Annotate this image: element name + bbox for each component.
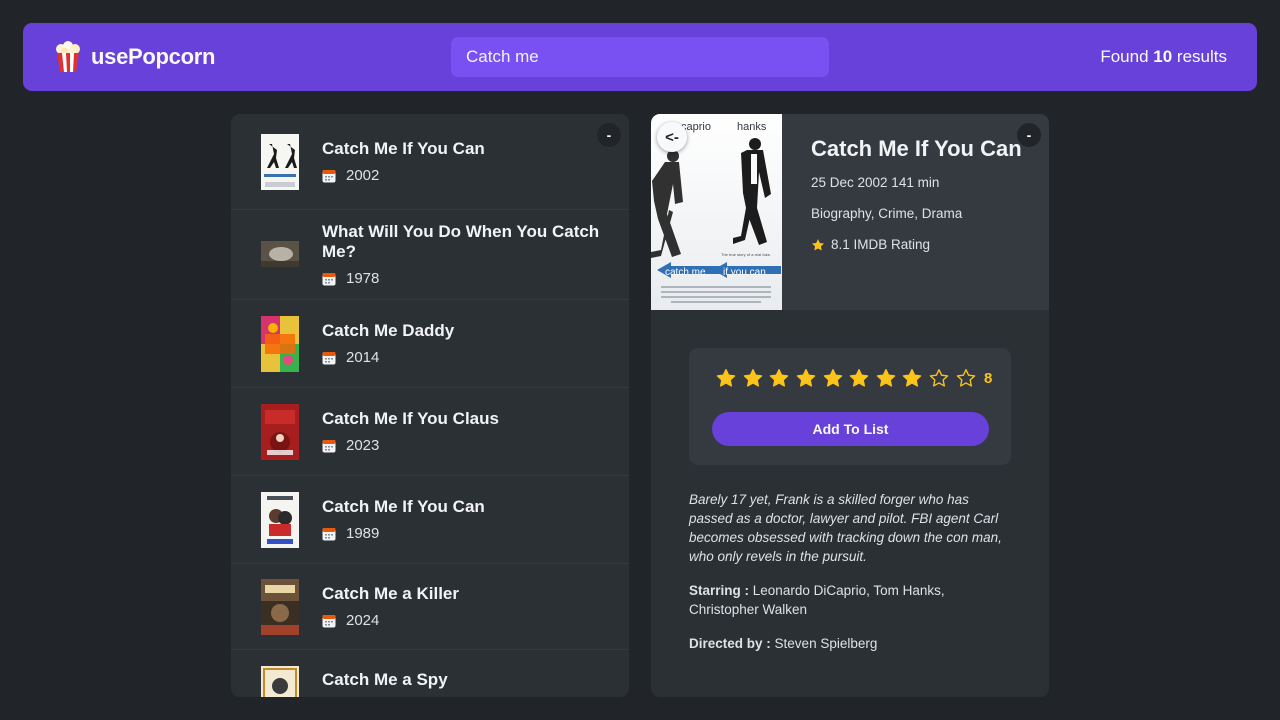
calendar-icon: [322, 272, 336, 285]
logo: usePopcorn: [55, 41, 215, 73]
results-count: Found 10 results: [1100, 47, 1227, 67]
movie-year: 1989: [346, 525, 380, 542]
movie-item[interactable]: Catch Me a Spy: [231, 650, 629, 697]
star-filled-icon[interactable]: [819, 368, 846, 388]
search-input[interactable]: [451, 37, 829, 77]
movie-title: Catch Me If You Can: [322, 497, 485, 516]
results-prefix: Found: [1100, 47, 1149, 66]
poster-thumbnail: [261, 315, 299, 372]
movie-year: 1978: [346, 270, 380, 287]
collapse-details-button[interactable]: -: [1017, 123, 1041, 147]
star-filled-icon[interactable]: [793, 368, 820, 388]
movie-item[interactable]: Catch Me If You Can 1989: [231, 476, 629, 564]
calendar-icon: [322, 351, 336, 364]
details-panel: - <- caprio hanks The true story of a re…: [651, 114, 1049, 697]
star-empty-icon[interactable]: [926, 368, 953, 388]
poster-thumbnail: [261, 491, 299, 548]
starring: Starring : Leonardo DiCaprio, Tom Hanks,…: [689, 581, 1013, 619]
rating-box: 8 Add To List: [689, 348, 1011, 465]
user-rating-value: 8: [983, 369, 993, 387]
collapse-results-button[interactable]: -: [597, 123, 621, 147]
calendar-icon: [322, 439, 336, 452]
details-text: Barely 17 yet, Frank is a skilled forger…: [689, 490, 1013, 668]
results-number: 10: [1153, 47, 1173, 66]
poster-thumbnail: [261, 666, 299, 697]
movie-item[interactable]: Catch Me If You Claus 2023: [231, 388, 629, 476]
movie-title: Catch Me If You Can: [322, 139, 485, 158]
movie-title: Catch Me If You Can: [811, 136, 1022, 161]
poster-tagline-left: catch me: [665, 267, 706, 278]
back-button[interactable]: <-: [657, 122, 687, 152]
calendar-icon: [322, 527, 336, 540]
star-filled-icon[interactable]: [740, 368, 767, 388]
movie-year: 2024: [346, 612, 380, 629]
starring-label: Starring :: [689, 583, 750, 598]
movie-item[interactable]: Catch Me a Killer 2024: [231, 564, 629, 650]
add-to-list-button[interactable]: Add To List: [712, 412, 989, 446]
director-value: Steven Spielberg: [774, 636, 878, 651]
star-icon: [811, 238, 825, 251]
results-panel: - Catch Me If You Can 2002 What Will You…: [231, 114, 629, 697]
directed-by: Directed by : Steven Spielberg: [689, 634, 1013, 653]
app-title: usePopcorn: [91, 44, 216, 69]
poster-name-right: hanks: [737, 121, 767, 133]
details-overview: Catch Me If You Can 25 Dec 2002 141 min …: [811, 136, 1031, 268]
plot: Barely 17 yet, Frank is a skilled forger…: [689, 492, 1002, 564]
calendar-icon: [322, 614, 336, 627]
movie-year: 2002: [346, 167, 380, 184]
movie-item[interactable]: What Will You Do When You Catch Me? 1978: [231, 210, 629, 300]
svg-text:The true story of a real fake.: The true story of a real fake.: [721, 252, 771, 257]
movie-item[interactable]: Catch Me Daddy 2014: [231, 300, 629, 388]
results-suffix: results: [1176, 47, 1227, 66]
star-filled-icon[interactable]: [766, 368, 793, 388]
movie-year: 2023: [346, 437, 380, 454]
movie-title: Catch Me Daddy: [322, 321, 455, 340]
imdb-rating-text: 8.1 IMDB Rating: [831, 237, 931, 252]
navbar: usePopcorn Found 10 results: [23, 23, 1257, 91]
poster-thumbnail: [261, 578, 299, 635]
movie-list: Catch Me If You Can 2002 What Will You D…: [231, 114, 629, 697]
star-filled-icon[interactable]: [899, 368, 926, 388]
movie-title: Catch Me a Killer: [322, 584, 459, 603]
poster-thumbnail: [261, 226, 299, 283]
movie-title: Catch Me If You Claus: [322, 409, 499, 428]
calendar-icon: [322, 169, 336, 182]
directed-label: Directed by :: [689, 636, 771, 651]
poster-thumbnail: [261, 133, 299, 190]
poster-tagline-right: if you can: [723, 267, 766, 278]
genre: Biography, Crime, Drama: [811, 206, 963, 221]
star-filled-icon[interactable]: [873, 368, 900, 388]
imdb-rating: 8.1 IMDB Rating: [811, 237, 1031, 252]
star-rating: 8: [713, 368, 992, 388]
release-runtime: 25 Dec 2002 141 min: [811, 175, 940, 190]
star-filled-icon[interactable]: [846, 368, 873, 388]
movie-title: Catch Me a Spy: [322, 670, 448, 689]
star-filled-icon[interactable]: [713, 368, 740, 388]
star-empty-icon[interactable]: [952, 368, 979, 388]
popcorn-icon: [56, 41, 80, 72]
poster-thumbnail: [261, 403, 299, 460]
movie-item[interactable]: Catch Me If You Can 2002: [231, 114, 629, 210]
details-header: <- caprio hanks The true story of a real…: [651, 114, 1049, 310]
movie-year: 2014: [346, 349, 380, 366]
movie-title: What Will You Do When You Catch Me?: [322, 222, 600, 261]
